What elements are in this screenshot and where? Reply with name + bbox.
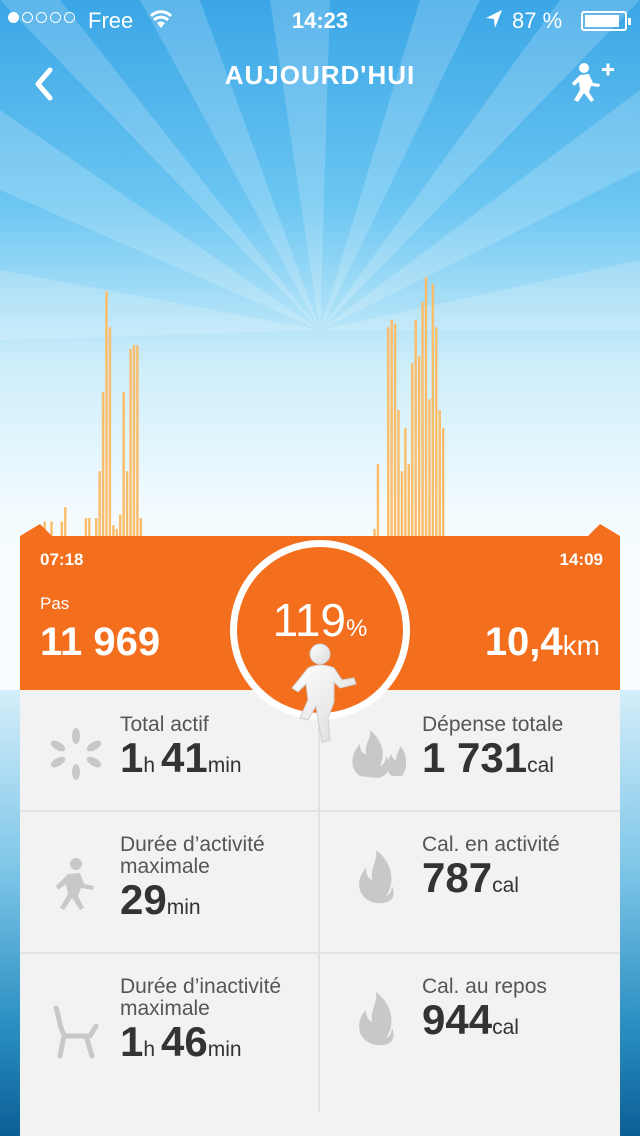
chart-bar <box>435 327 438 536</box>
stat-number: 1 <box>120 734 144 781</box>
goal-percent-symbol: % <box>346 615 368 642</box>
chart-bar <box>88 518 91 536</box>
chart-bar <box>112 525 115 536</box>
chart-bar <box>98 471 101 536</box>
stat-unit: min <box>207 754 242 777</box>
right-background-strip <box>620 690 640 1136</box>
chart-bar <box>441 428 445 536</box>
stat-number: 1 731 <box>422 734 528 781</box>
chart-bar <box>397 410 400 536</box>
row-divider <box>20 810 620 812</box>
chart-bar <box>431 284 435 536</box>
stat-unit: cal <box>527 754 554 777</box>
stat-label: Cal. en activité <box>422 833 560 856</box>
chart-bar <box>411 363 414 536</box>
chart-bar <box>119 514 122 536</box>
stat-unit: cal <box>492 1016 519 1039</box>
stat-item: Total actif 1h 41min <box>120 714 300 788</box>
goal-percent-value: 119 <box>272 594 346 646</box>
runner-figure-icon <box>291 643 357 743</box>
stat-value: 1 731cal <box>422 736 602 788</box>
chart-bar <box>424 276 428 536</box>
chart-bar <box>132 345 136 536</box>
chart-bar <box>125 471 129 536</box>
stat-number: 41 <box>161 734 208 781</box>
flame-icon <box>359 850 394 904</box>
chart-bar <box>129 348 132 536</box>
stat-value: 1h 46min <box>120 1020 300 1072</box>
chart-bar <box>139 518 143 536</box>
chart-bar <box>108 327 112 536</box>
chart-bar <box>94 518 98 536</box>
stat-unit: min <box>166 896 201 919</box>
chart-bar <box>136 345 139 536</box>
stat-label: Dépense totale <box>422 713 564 736</box>
column-divider <box>318 690 320 1112</box>
chart-end-marker <box>588 524 620 536</box>
chart-bar <box>373 528 376 536</box>
stat-number: 787 <box>422 854 493 901</box>
chart-bar <box>438 410 441 536</box>
left-background-strip <box>0 690 20 1136</box>
distance-number: 10,4 <box>484 620 563 664</box>
distance-value: 10,4km <box>485 620 600 665</box>
stat-value: 787cal <box>422 856 602 908</box>
stat-value: 944cal <box>422 998 602 1050</box>
steps-value: 11 969 <box>40 620 161 664</box>
activity-bar-chart <box>20 276 620 536</box>
end-time: 14:09 <box>559 550 603 569</box>
stat-item: Durée d’inactivité maximale 1h 46min <box>120 976 300 1072</box>
chart-bar <box>400 471 404 536</box>
chart-bar <box>407 464 411 536</box>
chart-bar <box>60 521 64 536</box>
start-time: 07:18 <box>40 550 84 569</box>
chart-bar <box>64 507 67 536</box>
stat-value: 29min <box>120 878 300 930</box>
chart-bar <box>105 291 108 536</box>
chart-bar <box>115 528 119 536</box>
runner-icon <box>56 858 94 910</box>
stat-item: Cal. en activité 787cal <box>422 834 602 908</box>
chart-bar <box>101 392 105 536</box>
stat-label: Cal. au repos <box>422 975 547 998</box>
stat-item: Cal. au repos 944cal <box>422 976 602 1050</box>
chart-bar <box>390 320 393 536</box>
stat-item: Dépense totale 1 731cal <box>422 714 602 788</box>
stat-number: 46 <box>161 1018 208 1065</box>
stat-unit: cal <box>492 874 519 897</box>
stat-item: Durée d’activité maximale 29min <box>120 834 300 930</box>
chart-bar <box>421 302 424 536</box>
chart-bar <box>386 327 390 536</box>
stat-value: 1h 41min <box>120 736 300 788</box>
stat-unit: h <box>143 754 156 777</box>
distance-unit: km <box>562 630 600 661</box>
goal-percent: 119% <box>237 593 403 647</box>
sparkle-icon <box>50 728 102 780</box>
stat-label: Durée d’inactivité maximale <box>120 975 282 1020</box>
stat-number: 29 <box>120 876 167 923</box>
stats-card: Total actif 1h 41min Dépense totale 1 731cal… <box>20 690 620 1136</box>
chart-bar <box>428 399 431 536</box>
stat-number: 944 <box>422 996 493 1043</box>
chart-bar <box>84 518 88 536</box>
chart-bar <box>376 464 380 536</box>
chart-bar <box>404 428 407 536</box>
stat-unit: min <box>207 1038 242 1061</box>
stat-number: 1 <box>120 1018 144 1065</box>
chart-start-marker <box>20 524 52 536</box>
chart-bar <box>50 521 53 536</box>
chart-bar <box>417 356 421 536</box>
stat-unit: h <box>143 1038 156 1061</box>
chart-bar <box>122 392 125 536</box>
chart-bar <box>393 323 397 536</box>
row-divider <box>20 952 620 954</box>
steps-label: Pas <box>40 594 70 613</box>
chair-icon <box>53 1005 99 1059</box>
stat-label: Durée d’activité maximale <box>120 833 265 878</box>
stat-label: Total actif <box>120 713 209 736</box>
chart-bar <box>414 320 417 536</box>
flame-icon <box>359 992 394 1046</box>
